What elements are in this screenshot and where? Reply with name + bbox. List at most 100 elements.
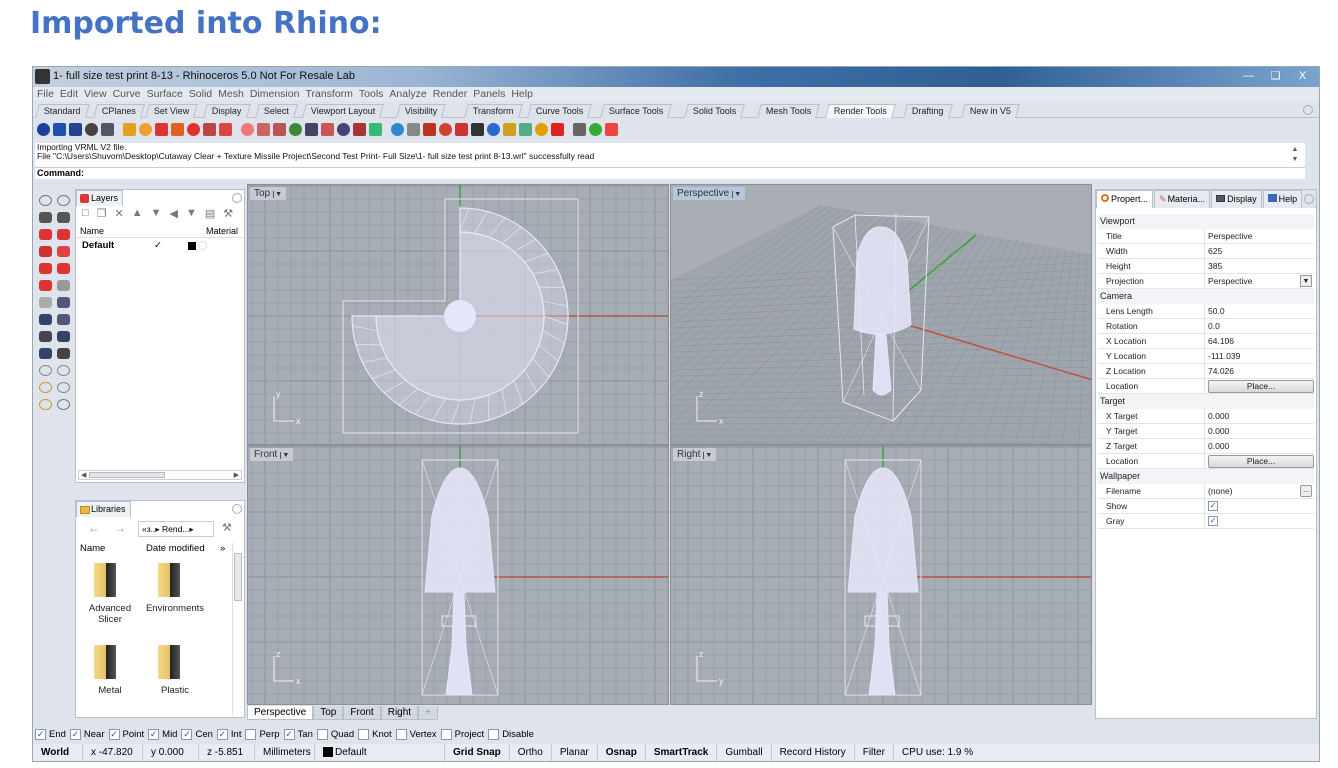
zoom-icon[interactable] bbox=[39, 365, 52, 376]
grid-snap-toggle[interactable]: Grid Snap bbox=[445, 744, 510, 761]
scroll-down-icon[interactable]: ▼ bbox=[1289, 155, 1301, 164]
tower-icon[interactable] bbox=[57, 297, 70, 308]
layer-row[interactable]: Default ✓ bbox=[76, 240, 244, 253]
record-history-toggle[interactable]: Record History bbox=[772, 744, 855, 761]
prop-value[interactable]: (none) bbox=[1208, 486, 1233, 496]
environment-editor-icon[interactable] bbox=[369, 122, 382, 136]
select-points-icon[interactable] bbox=[57, 195, 70, 206]
minimize-button[interactable]: — bbox=[1236, 68, 1261, 85]
library-breadcrumb[interactable]: «з..▸ Rend...▸ bbox=[138, 521, 214, 537]
forward-arrow-icon[interactable]: → bbox=[114, 521, 126, 535]
libraries-scrollbar[interactable] bbox=[232, 543, 242, 715]
viewport-tab-right[interactable]: Right bbox=[380, 706, 419, 720]
render-preview-icon[interactable] bbox=[53, 122, 66, 136]
toolbar-tab-curve-tools[interactable]: Curve Tools bbox=[527, 104, 593, 118]
checkbox[interactable]: ✓ bbox=[35, 728, 46, 740]
toolbar-tab-surface-tools[interactable]: Surface Tools bbox=[600, 104, 673, 118]
checkbox[interactable] bbox=[488, 728, 500, 740]
command-prompt[interactable]: Command: bbox=[35, 167, 1305, 179]
viewport-perspective[interactable]: zx Perspective ▼ bbox=[670, 184, 1092, 445]
render-window-icon[interactable] bbox=[69, 122, 82, 136]
sphere-icon[interactable] bbox=[57, 280, 70, 291]
toolbar-tab-display[interactable]: Display bbox=[202, 104, 250, 118]
prop-value[interactable]: 385 bbox=[1208, 261, 1222, 271]
osnap-mid[interactable]: ✓ Mid bbox=[148, 728, 177, 740]
delete-icon[interactable]: ✕ bbox=[115, 207, 124, 223]
viewport-right[interactable]: zy Right ▼ bbox=[670, 445, 1092, 705]
name-column[interactable]: Name bbox=[80, 543, 105, 554]
prop-value[interactable]: 0.0 bbox=[1208, 321, 1220, 331]
directional-light-icon[interactable] bbox=[155, 122, 168, 136]
place-button[interactable]: Place... bbox=[1208, 380, 1314, 393]
linear-light-icon[interactable] bbox=[187, 122, 200, 136]
more-columns-icon[interactable]: » bbox=[220, 543, 225, 554]
gumball-toggle[interactable]: Gumball bbox=[717, 744, 772, 761]
menu-item-transform[interactable]: Transform bbox=[305, 88, 352, 100]
filter-button[interactable]: Filter bbox=[855, 744, 894, 761]
texture-icon[interactable] bbox=[305, 122, 318, 136]
car-rear-icon[interactable] bbox=[39, 280, 52, 291]
truck-icon[interactable] bbox=[57, 246, 70, 257]
bug-icon[interactable] bbox=[551, 122, 564, 136]
osnap-cen[interactable]: ✓ Cen bbox=[181, 728, 213, 740]
toolbar-tab-cplanes[interactable]: CPlanes bbox=[92, 104, 145, 118]
folder-open-icon[interactable] bbox=[519, 122, 532, 136]
checkbox[interactable]: ✓ bbox=[148, 728, 160, 740]
menu-item-solid[interactable]: Solid bbox=[189, 88, 212, 100]
zoom-extents-icon[interactable] bbox=[39, 399, 52, 410]
menu-item-surface[interactable]: Surface bbox=[147, 88, 183, 100]
decal-icon[interactable] bbox=[273, 122, 286, 136]
layers-gear-icon[interactable] bbox=[232, 193, 242, 203]
checker-icon[interactable] bbox=[471, 122, 484, 136]
environment-icon[interactable] bbox=[241, 122, 254, 136]
stop-render-icon[interactable] bbox=[605, 122, 618, 136]
toolbar-tab-select[interactable]: Select bbox=[255, 104, 298, 118]
rotate-view-icon[interactable] bbox=[57, 399, 70, 410]
checkbox[interactable]: ✓ bbox=[216, 728, 228, 740]
wrench-icon[interactable]: ⚒ bbox=[222, 521, 232, 534]
osnap-near[interactable]: ✓ Near bbox=[69, 728, 105, 740]
smarttrack-toggle[interactable]: SmartTrack bbox=[646, 744, 718, 761]
rectangular-light-icon[interactable] bbox=[171, 122, 184, 136]
cylinder-map-icon[interactable] bbox=[407, 122, 420, 136]
material-icon[interactable] bbox=[289, 122, 302, 136]
osnap-disable[interactable]: Disable bbox=[488, 728, 534, 740]
place-button[interactable]: Place... bbox=[1208, 455, 1314, 468]
sphere-map-icon[interactable] bbox=[391, 122, 404, 136]
prop-value[interactable]: Perspective bbox=[1208, 231, 1252, 241]
osnap-knot[interactable]: Knot bbox=[358, 728, 392, 740]
horizontal-scrollbar[interactable]: ◀ ▶ bbox=[78, 470, 242, 480]
viewport-label-top[interactable]: Top ▼ bbox=[250, 187, 287, 200]
osnap-toggle[interactable]: Osnap bbox=[598, 744, 646, 761]
toolbar-tab-mesh-tools[interactable]: Mesh Tools bbox=[757, 104, 821, 118]
osnap-int[interactable]: ✓ Int bbox=[216, 728, 241, 740]
osnap-perp[interactable]: Perp bbox=[245, 728, 280, 740]
prop-value[interactable]: Perspective bbox=[1208, 276, 1252, 286]
back-arrow-icon[interactable]: ← bbox=[88, 521, 100, 535]
viewport-tab-perspective[interactable]: Perspective bbox=[247, 706, 314, 720]
tab-help[interactable]: Help bbox=[1262, 190, 1303, 208]
current-layer-check[interactable]: ✓ bbox=[154, 240, 162, 251]
menu-item-edit[interactable]: Edit bbox=[60, 88, 78, 100]
toolbar-tab-standard[interactable]: Standard bbox=[35, 104, 90, 118]
toolbar-tab-viewport-layout[interactable]: Viewport Layout bbox=[302, 104, 385, 118]
material-picker-icon[interactable] bbox=[321, 122, 334, 136]
checkbox[interactable]: ✓ bbox=[181, 728, 193, 740]
move-up-icon[interactable]: ▲ bbox=[132, 207, 143, 223]
car-top-icon[interactable] bbox=[57, 229, 70, 240]
toolbar-tab-set-view[interactable]: Set View bbox=[145, 104, 199, 118]
menu-item-render[interactable]: Render bbox=[433, 88, 467, 100]
folder-icon[interactable] bbox=[535, 122, 548, 136]
render-lens-icon[interactable] bbox=[85, 122, 98, 136]
scroll-up-icon[interactable]: ▲ bbox=[1289, 145, 1301, 154]
close-button[interactable]: X bbox=[1290, 68, 1315, 85]
new-sublayer-icon[interactable]: ❐ bbox=[97, 207, 107, 223]
cplane-indicator[interactable]: World bbox=[33, 744, 83, 761]
menu-item-help[interactable]: Help bbox=[511, 88, 533, 100]
prop-value[interactable]: 0.000 bbox=[1208, 411, 1229, 421]
zoom-selected-icon[interactable] bbox=[39, 382, 52, 393]
car-red-icon[interactable] bbox=[39, 229, 52, 240]
point-light-icon[interactable] bbox=[139, 122, 152, 136]
light-manager-icon[interactable] bbox=[203, 122, 216, 136]
filter-icon[interactable]: ▼ bbox=[186, 207, 197, 223]
